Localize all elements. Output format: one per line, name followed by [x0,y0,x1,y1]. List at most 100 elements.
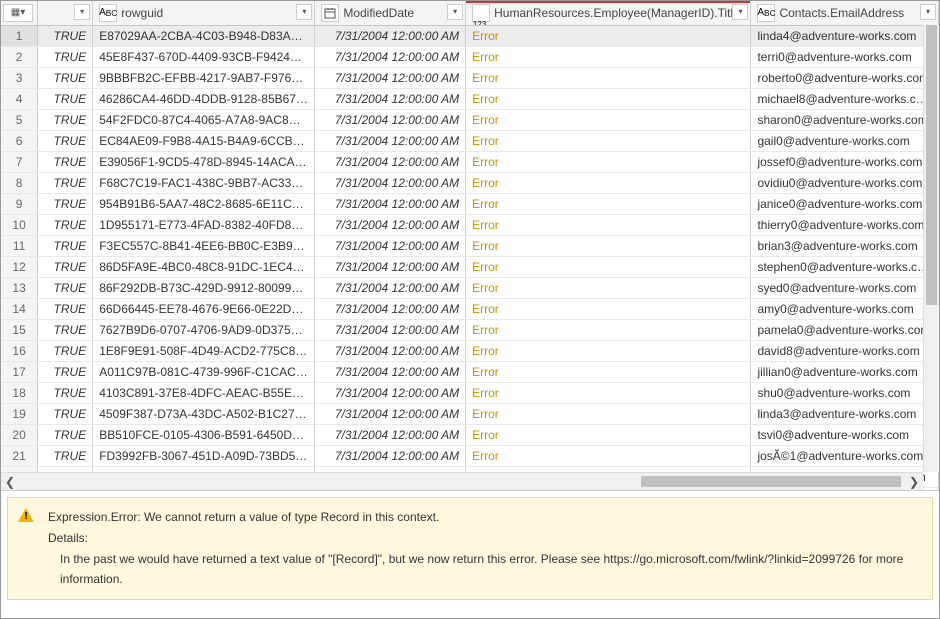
row-number[interactable]: 6 [1,131,38,152]
cell-email[interactable]: thierry0@adventure-works.com [751,215,939,236]
cell-bool[interactable]: TRUE [38,89,93,110]
cell-email[interactable]: michael8@adventure-works.com [751,89,939,110]
table-row[interactable]: 14TRUE66D66445-EE78-4676-9E66-0E22D6109A… [1,299,939,320]
table-corner[interactable]: ▦▾ [1,1,38,26]
cell-modifieddate[interactable]: 7/31/2004 12:00:00 AM [315,404,466,425]
table-row[interactable]: 19TRUE4509F387-D73A-43DC-A502-B1C27AA1D…… [1,404,939,425]
cell-modifieddate[interactable]: 7/31/2004 12:00:00 AM [315,257,466,278]
row-number[interactable]: 10 [1,215,38,236]
row-number[interactable]: 21 [1,446,38,467]
table-row[interactable]: 5TRUE54F2FDC0-87C4-4065-A7A8-9AC8EA624…7… [1,110,939,131]
row-number[interactable]: 9 [1,194,38,215]
cell-email[interactable]: brian3@adventure-works.com [751,236,939,257]
cell-title-error[interactable]: Error [466,152,751,173]
cell-email[interactable]: david8@adventure-works.com [751,341,939,362]
cell-bool[interactable]: TRUE [38,194,93,215]
row-number[interactable]: 2 [1,47,38,68]
cell-bool[interactable]: TRUE [38,68,93,89]
cell-rowguid[interactable]: 54F2FDC0-87C4-4065-A7A8-9AC8EA624… [93,110,315,131]
cell-rowguid[interactable]: 66D66445-EE78-4676-9E66-0E22D6109A… [93,299,315,320]
cell-modifieddate[interactable]: 7/31/2004 12:00:00 AM [315,236,466,257]
table-row[interactable]: 8TRUEF68C7C19-FAC1-438C-9BB7-AC33FCC34…7… [1,173,939,194]
cell-rowguid[interactable]: BB510FCE-0105-4306-B591-6450D9EBF4… [93,425,315,446]
table-row[interactable]: 12TRUE86D5FA9E-4BC0-48C8-91DC-1EC467418…… [1,257,939,278]
cell-rowguid[interactable]: 7627B9D6-0707-4706-9AD9-0D37506B0… [93,320,315,341]
cell-bool[interactable]: TRUE [38,383,93,404]
cell-modifieddate[interactable]: 7/31/2004 12:00:00 AM [315,215,466,236]
filter-icon[interactable]: ▾ [920,4,936,20]
cell-email[interactable]: pamela0@adventure-works.com [751,320,939,341]
table-row[interactable]: 15TRUE7627B9D6-0707-4706-9AD9-0D37506B0…… [1,320,939,341]
row-number[interactable]: 12 [1,257,38,278]
table-options-icon[interactable]: ▦▾ [3,4,33,22]
cell-rowguid[interactable]: F68C7C19-FAC1-438C-9BB7-AC33FCC34… [93,173,315,194]
cell-modifieddate[interactable]: 7/31/2004 12:00:00 AM [315,131,466,152]
cell-modifieddate[interactable]: 7/31/2004 12:00:00 AM [315,173,466,194]
table-row[interactable]: 16TRUE1E8F9E91-508F-4D49-ACD2-775C836030… [1,341,939,362]
cell-bool[interactable]: TRUE [38,404,93,425]
cell-title-error[interactable]: Error [466,257,751,278]
cell-title-error[interactable]: Error [466,446,751,467]
cell-rowguid[interactable]: 1E8F9E91-508F-4D49-ACD2-775C836030… [93,341,315,362]
cell-modifieddate[interactable]: 7/31/2004 12:00:00 AM [315,89,466,110]
row-number[interactable]: 19 [1,404,38,425]
cell-bool[interactable]: TRUE [38,341,93,362]
cell-modifieddate[interactable]: 7/31/2004 12:00:00 AM [315,194,466,215]
cell-modifieddate[interactable]: 7/31/2004 12:00:00 AM [315,425,466,446]
cell-modifieddate[interactable]: 7/31/2004 12:00:00 AM [315,320,466,341]
cell-email[interactable]: amy0@adventure-works.com [751,299,939,320]
cell-bool[interactable]: TRUE [38,299,93,320]
cell-title-error[interactable]: Error [466,215,751,236]
cell-email[interactable]: janice0@adventure-works.com [751,194,939,215]
cell-title-error[interactable]: Error [466,278,751,299]
cell-rowguid[interactable]: 86F292DB-B73C-429D-9912-800994D80… [93,278,315,299]
table-row[interactable]: 18TRUE4103C891-37E8-4DFC-AEAC-B55E2BC1B…… [1,383,939,404]
cell-title-error[interactable]: Error [466,110,751,131]
cell-bool[interactable]: TRUE [38,215,93,236]
table-row[interactable]: 13TRUE86F292DB-B73C-429D-9912-800994D80…… [1,278,939,299]
cell-bool[interactable]: TRUE [38,131,93,152]
scrollbar-thumb[interactable] [641,476,901,487]
table-row[interactable]: 11TRUEF3EC557C-8B41-4EE6-BB0C-E3B93AFF81… [1,236,939,257]
cell-rowguid[interactable]: E87029AA-2CBA-4C03-B948-D83AF0313… [93,26,315,47]
cell-modifieddate[interactable]: 7/31/2004 12:00:00 AM [315,68,466,89]
cell-modifieddate[interactable]: 7/31/2004 12:00:00 AM [315,47,466,68]
row-number[interactable]: 13 [1,278,38,299]
cell-rowguid[interactable]: 9BBBFB2C-EFBB-4217-9AB7-F976893288… [93,68,315,89]
filter-icon[interactable]: ▾ [74,4,90,20]
cell-bool[interactable]: TRUE [38,47,93,68]
cell-bool[interactable]: TRUE [38,236,93,257]
cell-email[interactable]: linda4@adventure-works.com [751,26,939,47]
cell-email[interactable]: jillian0@adventure-works.com [751,362,939,383]
cell-email[interactable]: josÃ©1@adventure-works.com [751,446,939,467]
cell-email[interactable]: gail0@adventure-works.com [751,131,939,152]
cell-title-error[interactable]: Error [466,26,751,47]
row-number[interactable]: 14 [1,299,38,320]
row-number[interactable]: 18 [1,383,38,404]
cell-modifieddate[interactable]: 7/31/2004 12:00:00 AM [315,383,466,404]
cell-title-error[interactable]: Error [466,320,751,341]
column-header-title[interactable]: ABC123 HumanResources.Employee(ManagerID… [466,1,751,26]
column-header-email[interactable]: ABC Contacts.EmailAddress ▾ [751,1,939,26]
cell-bool[interactable]: TRUE [38,425,93,446]
cell-email[interactable]: stephen0@adventure-works.com [751,257,939,278]
table-row[interactable]: 6TRUEEC84AE09-F9B8-4A15-B4A9-6CCBAB919…7… [1,131,939,152]
row-number[interactable]: 3 [1,68,38,89]
table-row[interactable]: 10TRUE1D955171-E773-4FAD-8382-40FD89BD5…… [1,215,939,236]
cell-bool[interactable]: TRUE [38,110,93,131]
cell-bool[interactable]: TRUE [38,446,93,467]
cell-rowguid[interactable]: 954B91B6-5AA7-48C2-8685-6E11C6E5C… [93,194,315,215]
cell-title-error[interactable]: Error [466,299,751,320]
cell-title-error[interactable]: Error [466,236,751,257]
cell-rowguid[interactable]: E39056F1-9CD5-478D-8945-14ACA7FBD… [93,152,315,173]
table-row[interactable]: 4TRUE46286CA4-46DD-4DDB-9128-85B67E98D…7… [1,89,939,110]
cell-bool[interactable]: TRUE [38,173,93,194]
row-number[interactable]: 5 [1,110,38,131]
cell-email[interactable]: roberto0@adventure-works.com [751,68,939,89]
scroll-right-icon[interactable]: ❯ [909,475,919,489]
cell-title-error[interactable]: Error [466,68,751,89]
cell-email[interactable]: syed0@adventure-works.com [751,278,939,299]
filter-icon[interactable]: ▾ [447,4,463,20]
column-header-modifieddate[interactable]: ModifiedDate ▾ [315,1,466,26]
table-row[interactable]: 1TRUEE87029AA-2CBA-4C03-B948-D83AF0313…7… [1,26,939,47]
